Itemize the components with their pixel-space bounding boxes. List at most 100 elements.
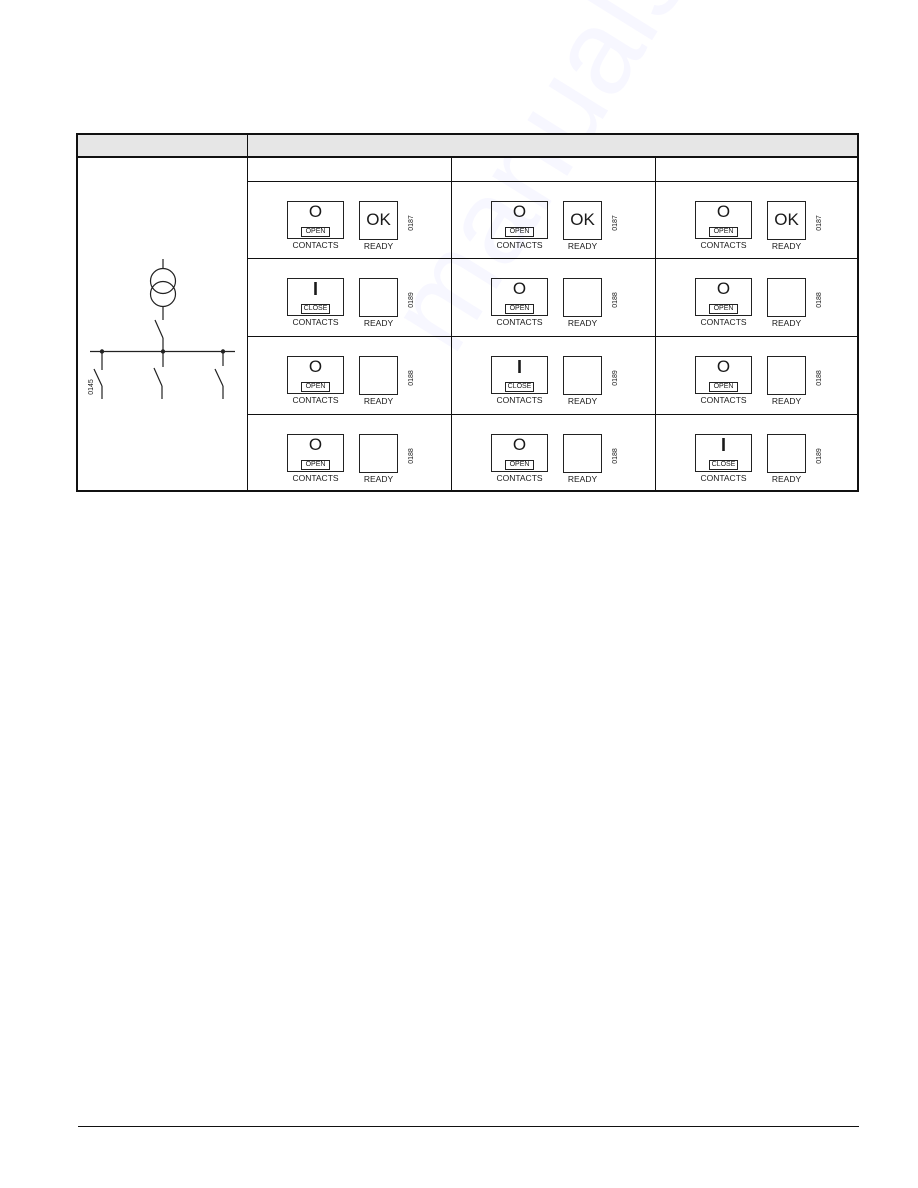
ready-indicator [563, 434, 602, 473]
figure-code: 0188 [612, 448, 619, 464]
contacts-state-glyph: O [308, 357, 323, 376]
status-cell-r2-c1: I CLOSE CONTACTS READY 0189 [248, 259, 452, 337]
contacts-state-glyph: I [516, 357, 522, 377]
status-cell-r4-c2: O OPEN CONTACTS READY 0188 [452, 415, 656, 493]
contacts-indicator: I CLOSE [695, 434, 752, 472]
ready-caption: READY [567, 396, 598, 406]
contacts-indicator: O OPEN [695, 278, 752, 316]
contacts-caption: CONTACTS [700, 473, 747, 483]
status-cell-r1-c1: O OPEN CONTACTS OK READY 0187 [248, 182, 452, 260]
contacts-state-glyph: O [716, 279, 731, 298]
contacts-state-label: OPEN [709, 382, 738, 392]
contacts-state-glyph: I [312, 279, 318, 299]
ready-indicator [767, 356, 806, 395]
contacts-state-glyph: O [308, 435, 323, 454]
status-cell-r2-c2: O OPEN CONTACTS READY 0188 [452, 259, 656, 337]
contacts-state-label: OPEN [301, 382, 330, 392]
junction-dot-1 [99, 349, 105, 354]
ready-caption: READY [567, 474, 598, 484]
ready-caption: READY [771, 241, 802, 251]
ready-indicator [359, 356, 398, 395]
figure-code: 0189 [408, 292, 415, 308]
figure-code: 0187 [816, 215, 823, 231]
contacts-caption: CONTACTS [496, 317, 543, 327]
contacts-indicator: O OPEN [491, 434, 548, 472]
subheader-cell-2 [454, 160, 652, 180]
status-cell-r4-c1: O OPEN CONTACTS READY 0188 [248, 415, 452, 493]
status-cell-r3-c3: O OPEN CONTACTS READY 0188 [656, 337, 860, 415]
ready-indicator [563, 356, 602, 395]
ready-indicator-text: OK [366, 210, 391, 229]
ready-caption: READY [567, 318, 598, 328]
contacts-state-label: OPEN [301, 460, 330, 470]
contacts-indicator: O OPEN [695, 201, 752, 239]
status-cell-r1-c3: O OPEN CONTACTS OK READY 0187 [656, 182, 860, 260]
junction-dot-2 [160, 349, 166, 354]
contacts-state-glyph: O [512, 435, 527, 454]
junction-dot-3 [220, 349, 226, 354]
figure-code: 0188 [408, 370, 415, 386]
ready-indicator [767, 434, 806, 473]
contacts-state-glyph: O [512, 279, 527, 298]
contacts-state-glyph: O [512, 202, 527, 221]
ready-caption: READY [771, 318, 802, 328]
subheader-cell-1 [250, 160, 448, 180]
ready-indicator [563, 278, 602, 317]
figure-code: 0187 [408, 215, 415, 231]
ready-indicator [359, 278, 398, 317]
contacts-caption: CONTACTS [700, 317, 747, 327]
ready-caption: READY [771, 474, 802, 484]
single-line-diagram [90, 259, 235, 399]
diagram-figure-code: 0145 [88, 379, 95, 395]
status-cell-r3-c1: O OPEN CONTACTS READY 0188 [248, 337, 452, 415]
figure-code: 0188 [816, 370, 823, 386]
contacts-indicator: O OPEN [287, 201, 344, 239]
contacts-indicator: O OPEN [491, 201, 548, 239]
contacts-state-glyph: O [716, 357, 731, 376]
contacts-state-glyph: O [308, 202, 323, 221]
figure-code: 0189 [816, 448, 823, 464]
contacts-state-label: CLOSE [505, 382, 534, 392]
contacts-state-glyph: O [716, 202, 731, 221]
ready-caption: READY [363, 396, 394, 406]
contacts-state-label: OPEN [301, 227, 330, 237]
table-header-row [78, 135, 857, 158]
ready-caption: READY [567, 241, 598, 251]
ready-indicator [767, 278, 806, 317]
contacts-state-label: OPEN [505, 304, 534, 314]
contacts-state-glyph: I [720, 435, 726, 455]
feeder-2-switch-blade [153, 367, 163, 387]
contacts-caption: CONTACTS [292, 317, 339, 327]
ready-indicator-text: OK [774, 210, 799, 229]
contacts-indicator: O OPEN [287, 356, 344, 394]
ready-indicator: OK [359, 201, 398, 240]
contacts-indicator: O OPEN [491, 278, 548, 316]
contacts-indicator: I CLOSE [491, 356, 548, 394]
contacts-state-label: OPEN [505, 460, 534, 470]
contacts-caption: CONTACTS [292, 395, 339, 405]
contacts-state-label: OPEN [709, 304, 738, 314]
status-cell-r2-c3: O OPEN CONTACTS READY 0188 [656, 259, 860, 337]
ready-indicator: OK [563, 201, 602, 240]
contacts-caption: CONTACTS [496, 240, 543, 250]
ready-indicator-text: OK [570, 210, 595, 229]
contacts-caption: CONTACTS [292, 473, 339, 483]
figure-code: 0188 [408, 448, 415, 464]
ready-caption: READY [363, 474, 394, 484]
footer-rule [78, 1126, 859, 1127]
status-cell-r3-c2: I CLOSE CONTACTS READY 0189 [452, 337, 656, 415]
ready-indicator [359, 434, 398, 473]
figure-code: 0188 [612, 292, 619, 308]
contacts-indicator: O OPEN [695, 356, 752, 394]
contacts-state-label: OPEN [709, 227, 738, 237]
contacts-caption: CONTACTS [700, 395, 747, 405]
figure-code: 0188 [816, 292, 823, 308]
contacts-caption: CONTACTS [292, 240, 339, 250]
figure-code: 0189 [612, 370, 619, 386]
ready-caption: READY [771, 396, 802, 406]
contacts-indicator: I CLOSE [287, 278, 344, 316]
status-cell-r1-c2: O OPEN CONTACTS OK READY 0187 [452, 182, 656, 260]
contacts-state-label: CLOSE [301, 304, 330, 314]
contacts-caption: CONTACTS [496, 473, 543, 483]
contacts-indicator: O OPEN [287, 434, 344, 472]
